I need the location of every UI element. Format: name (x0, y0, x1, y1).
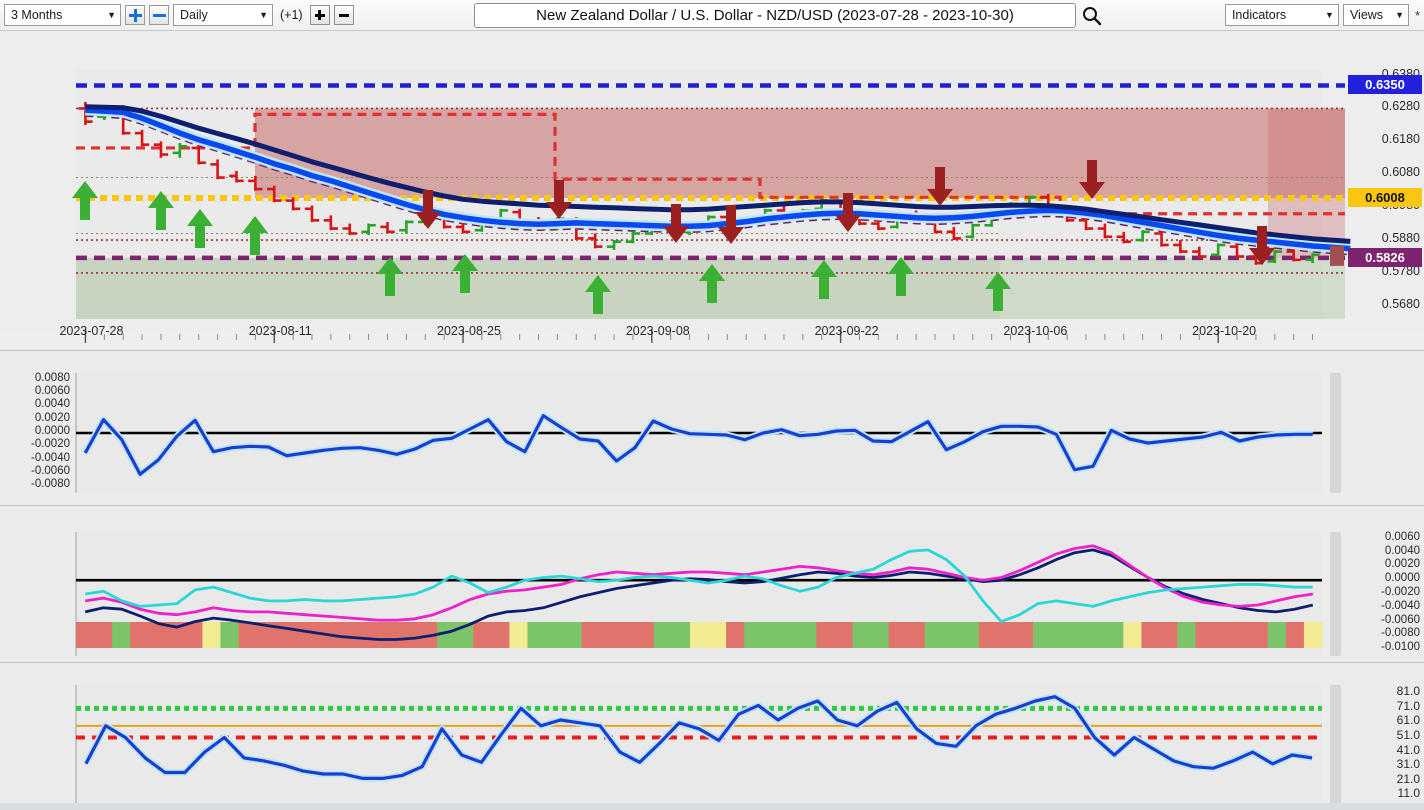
strength-y-tick: 0.0040 (34, 398, 70, 411)
search-icon[interactable] (1080, 5, 1104, 27)
price-x-tick: 2023-09-22 (814, 324, 879, 338)
symbol-text: New Zealand Dollar / U.S. Dollar - NZD/U… (536, 7, 1014, 24)
diff-y-tick: -0.0040 (1380, 599, 1420, 612)
price-x-tick: 2023-10-20 (1192, 324, 1257, 338)
rsi-y-tick: 61.0 (1396, 713, 1420, 728)
price-chart-canvas[interactable] (0, 31, 1424, 350)
symbol-input[interactable]: New Zealand Dollar / U.S. Dollar - NZD/U… (474, 3, 1076, 28)
favorite-star-icon[interactable]: * (1413, 8, 1420, 23)
toolbar-right-group: Indicators ▼ Views ▼ * (1224, 4, 1420, 26)
price-x-tick: 2023-09-08 (625, 324, 690, 338)
indicators-select-value: Indicators (1231, 8, 1287, 22)
diff-y-tick: 0.0040 (1384, 544, 1420, 557)
views-select[interactable]: Views ▼ (1342, 4, 1409, 26)
chevron-down-icon: ▼ (107, 9, 116, 20)
rsi-y-tick: 81.0 (1396, 684, 1420, 699)
rsi-y-tick: 11.0 (1397, 786, 1420, 801)
indicators-select[interactable]: Indicators ▼ (1224, 4, 1339, 26)
zoom-out-button[interactable] (149, 5, 169, 25)
offset-label: (+1) (280, 8, 303, 22)
price-y-tick: 0.6180 (1381, 132, 1420, 147)
rsi-y-tick: 41.0 (1396, 742, 1420, 757)
diff-y-tick: 0.0060 (1384, 530, 1420, 543)
diff-panel: Long.Diff Medium.Diff NeuralX.Max Short.… (0, 505, 1424, 663)
price-tag[interactable]: 0.6350 (1348, 75, 1422, 95)
chevron-down-icon: ▼ (259, 9, 268, 20)
price-y-tick: 0.5680 (1381, 296, 1420, 311)
diff-y-tick: -0.0080 (1380, 627, 1420, 640)
chevron-down-icon: ▼ (1395, 9, 1404, 20)
diff-y-tick: -0.0020 (1380, 586, 1420, 598)
views-select-value: Views (1349, 8, 1384, 22)
rsi-y-tick: 31.0 (1396, 757, 1420, 772)
price-x-tick: 2023-08-11 (248, 324, 312, 338)
diff-y-tick: -0.0100 (1380, 641, 1420, 654)
price-panel (0, 31, 1424, 350)
rsi-panel: RSI ▼ ✕ 81.071.061.051.041.031.021.011.0… (0, 662, 1424, 810)
rsi-y-tick: 51.0 (1396, 728, 1420, 743)
strength-y-tick: 0.0060 (34, 385, 70, 397)
price-x-tick: 2023-10-06 (1003, 324, 1068, 338)
rsi-y-tick: 71.0 (1396, 698, 1420, 713)
diff-y-tick: -0.0060 (1380, 613, 1420, 626)
range-select[interactable]: 3 Months ▼ (4, 4, 121, 26)
price-y-tick: 0.6280 (1381, 99, 1420, 114)
bars-minus-button[interactable] (333, 5, 354, 25)
interval-select[interactable]: Daily ▼ (173, 4, 273, 26)
neuralx-strength-panel: NeuralX.Strength ▼ ✕ 0.00800.00600.00400… (0, 350, 1424, 506)
interval-select-value: Daily (180, 8, 208, 22)
strength-y-tick: 0.0080 (34, 371, 70, 384)
rsi-chart-canvas[interactable] (0, 663, 1424, 810)
price-x-tick: 2023-07-28 (59, 324, 124, 338)
bars-plus-button[interactable] (309, 5, 330, 25)
price-x-tick: 2023-08-25 (437, 324, 501, 338)
strength-y-tick: -0.0060 (30, 465, 70, 477)
strength-y-tick: -0.0080 (30, 478, 70, 491)
price-y-tick: 0.6080 (1381, 165, 1420, 180)
chevron-down-icon: ▼ (1325, 9, 1334, 20)
range-select-value: 3 Months (11, 8, 63, 22)
strength-chart-canvas[interactable] (0, 351, 1424, 506)
strength-y-tick: -0.0020 (30, 438, 70, 451)
price-tag[interactable]: 0.6008 (1348, 187, 1422, 207)
rsi-y-tick: 21.0 (1396, 771, 1420, 786)
diff-chart-canvas[interactable] (0, 506, 1424, 663)
price-tag[interactable]: 0.5826 (1348, 247, 1422, 267)
diff-y-tick: 0.0020 (1384, 558, 1420, 571)
strength-y-tick: 0.0000 (34, 425, 70, 437)
diff-y-tick: 0.0000 (1384, 572, 1420, 585)
price-y-tick: 0.5880 (1381, 231, 1420, 246)
strength-y-tick: -0.0040 (30, 451, 70, 464)
status-bar (0, 803, 1424, 810)
strength-y-tick: 0.0020 (34, 411, 70, 424)
zoom-in-button[interactable] (125, 5, 145, 25)
